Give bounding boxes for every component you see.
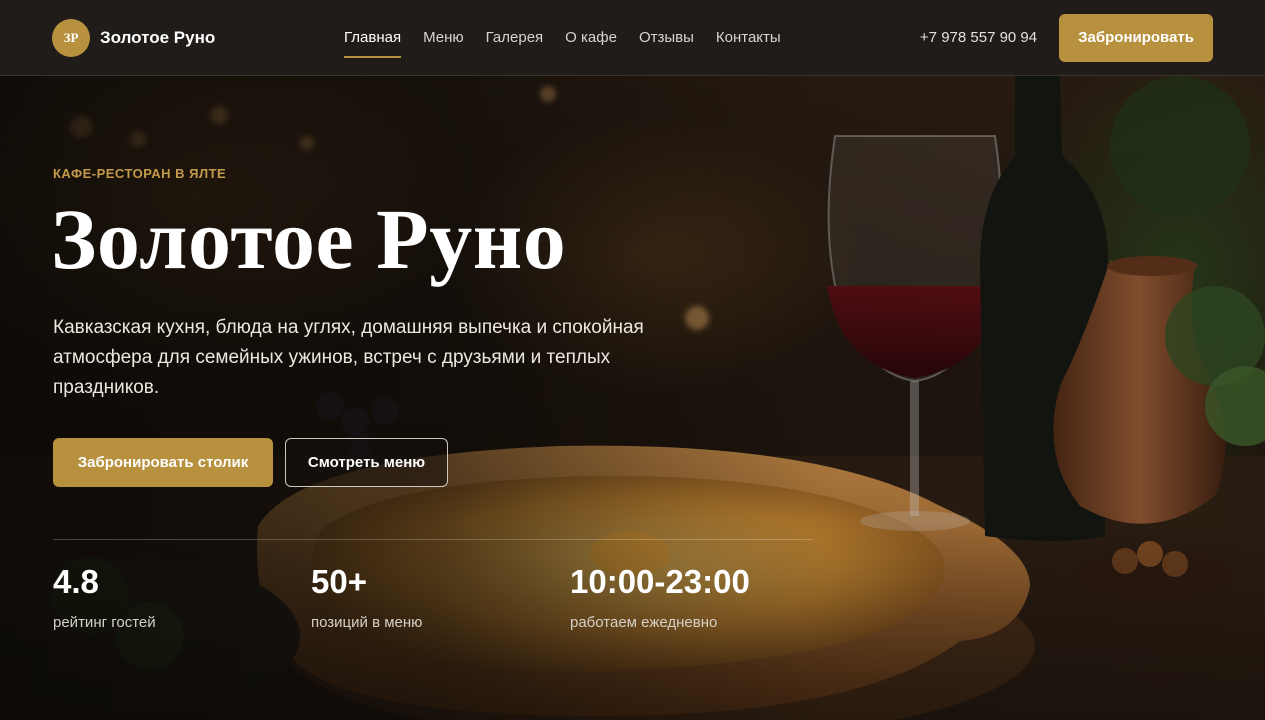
stats-divider (53, 539, 813, 540)
nav-item-home[interactable]: Главная (344, 23, 402, 58)
site-header: ЗР Золотое Руно Главная Меню Галерея О к… (0, 0, 1265, 76)
hero-description: Кавказская кухня, блюда на углях, домашн… (53, 317, 644, 398)
stat-value: 10:00-23:00 (570, 563, 750, 600)
brand-name: Золотое Руно (100, 27, 216, 47)
phone-link[interactable]: +7 978 557 90 94 (920, 29, 1037, 46)
stat-label: работаем ежедневно (570, 614, 718, 631)
nav-item-contacts[interactable]: Контакты (716, 23, 781, 52)
stat-label: рейтинг гостей (53, 614, 156, 631)
hero-eyebrow: КАФЕ-РЕСТОРАН В ЯЛТЕ (53, 166, 227, 181)
nav-item-gallery[interactable]: Галерея (486, 23, 544, 52)
logo-badge: ЗР (52, 18, 90, 57)
stat-value: 50+ (311, 563, 367, 600)
stat-value: 4.8 (53, 563, 99, 600)
brand[interactable]: ЗР Золотое Руно (52, 18, 344, 57)
main-nav: Главная Меню Галерея О кафе Отзывы Конта… (344, 23, 781, 58)
stat-rating: 4.8 рейтинг гостей (53, 563, 156, 631)
stat-label: позиций в меню (311, 614, 423, 631)
hero-title: Золотое Руно (51, 191, 567, 287)
nav-item-menu[interactable]: Меню (423, 23, 464, 52)
view-menu-button[interactable]: Смотреть меню (285, 438, 448, 487)
stat-hours: 10:00-23:00 работаем ежедневно (570, 563, 750, 631)
stat-menu-items: 50+ позиций в меню (311, 563, 422, 631)
nav-item-reviews[interactable]: Отзывы (639, 23, 694, 52)
book-table-button[interactable]: Забронировать столик (53, 438, 273, 487)
header-book-button[interactable]: Забронировать (1059, 13, 1213, 62)
nav-item-about[interactable]: О кафе (565, 23, 617, 52)
